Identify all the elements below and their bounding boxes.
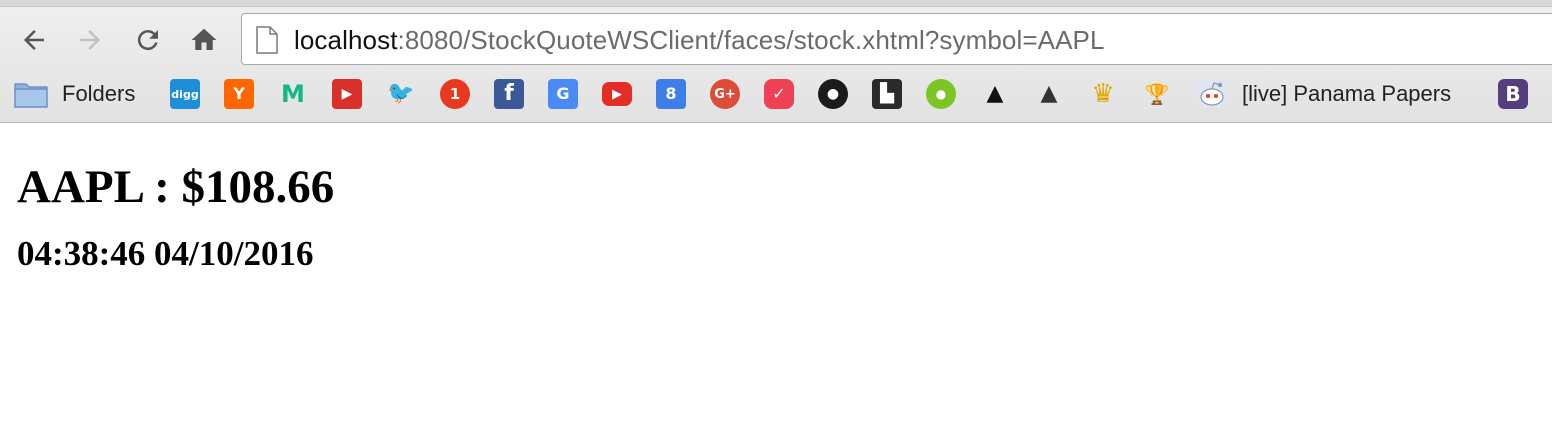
medium-icon: M — [281, 80, 305, 108]
reload-icon — [137, 30, 158, 51]
bootstrap-icon: B — [1498, 79, 1528, 109]
google-translate-icon: G — [548, 79, 578, 109]
bookmark-label: [live] Panama Papers — [1242, 81, 1452, 106]
bookmark-label: Folders — [62, 81, 136, 106]
bookmark-facebook[interactable]: f — [494, 78, 524, 110]
address-bar[interactable]: localhost:8080/StockQuoteWSClient/faces/… — [241, 13, 1552, 65]
bookmark-google-plus[interactable]: G+ — [710, 78, 740, 110]
url-path: :8080/StockQuoteWSClient/faces/stock.xht… — [397, 25, 1105, 55]
youtube-icon: ▶ — [602, 82, 632, 106]
bookmarks-bar: Folders digg Y M ▶ 🐦 1 f G ▶ 8 G+ ✓ ● ▙ … — [0, 72, 1552, 116]
bookmark-folders[interactable]: Folders — [14, 78, 135, 110]
bookmark-pocket[interactable]: ✓ — [764, 78, 794, 110]
bookmark-instapaper[interactable]: ▙ — [872, 78, 902, 110]
browser-toolbar: localhost:8080/StockQuoteWSClient/faces/… — [0, 0, 1552, 123]
folder-icon — [14, 83, 48, 108]
bookmark-crown[interactable]: ♛ — [1088, 78, 1118, 110]
forward-arrow-icon — [80, 30, 100, 50]
bookmark-calendar[interactable]: 8 — [656, 78, 686, 110]
url-host: localhost — [294, 25, 398, 55]
tab-strip — [0, 0, 1552, 7]
bookmark-medium[interactable]: M — [278, 78, 308, 110]
reload-button[interactable] — [128, 20, 168, 60]
bookmark-penguin-mailbox[interactable]: ▲ — [1034, 78, 1064, 110]
bookmark-hacker-news[interactable]: Y — [224, 78, 254, 110]
home-icon — [191, 28, 217, 50]
twitter-icon: 🐦 — [387, 81, 415, 106]
bookmark-cards[interactable]: ▶ — [332, 78, 362, 110]
calendar-icon: 8 — [656, 79, 686, 109]
reddit-alien-icon — [1197, 80, 1227, 108]
bookmark-twitter[interactable]: 🐦 — [386, 78, 416, 110]
bookmark-trophy[interactable]: 🏆 — [1142, 78, 1172, 110]
pocket-icon: ✓ — [764, 79, 794, 109]
forward-button[interactable] — [70, 20, 110, 60]
url-text[interactable]: localhost:8080/StockQuoteWSClient/faces/… — [294, 25, 1105, 56]
facebook-icon: f — [494, 79, 524, 109]
bookmark-digg[interactable]: digg — [170, 78, 200, 110]
bookmark-panama-papers[interactable]: [live] Panama Papers — [1196, 78, 1451, 110]
reddit-icon: 1 — [440, 79, 470, 109]
google-plus-icon: G+ — [710, 79, 740, 109]
penguin-mailbox-icon: ▲ — [1040, 81, 1058, 106]
bookmark-github[interactable]: ● — [818, 78, 848, 110]
stock-quote-title: AAPL : $108.66 — [17, 161, 335, 213]
bookmark-youtube[interactable]: ▶ — [602, 78, 632, 110]
home-button[interactable] — [184, 20, 224, 60]
back-button[interactable] — [14, 20, 54, 60]
crown-icon: ♛ — [1091, 79, 1115, 109]
quote-timestamp: 04:38:46 04/10/2016 — [17, 234, 314, 273]
bookmark-reddit[interactable]: 1 — [440, 78, 470, 110]
page-icon — [256, 26, 278, 54]
bookmark-bootstrap[interactable]: B — [1498, 78, 1528, 110]
trophy-icon: 🏆 — [1144, 82, 1170, 106]
github-icon: ● — [818, 79, 848, 109]
instapaper-icon: ▙ — [872, 79, 902, 109]
cards-icon: ▶ — [332, 79, 362, 109]
bookmark-penguin[interactable]: ▲ — [980, 78, 1010, 110]
bookmark-duolingo[interactable]: ● — [926, 78, 956, 110]
hacker-news-icon: Y — [224, 79, 254, 109]
bookmark-google-translate[interactable]: G — [548, 78, 578, 110]
digg-icon: digg — [170, 79, 200, 109]
page-content: AAPL : $108.66 04:38:46 04/10/2016 — [17, 160, 334, 274]
back-arrow-icon — [24, 30, 44, 50]
penguin-icon: ▲ — [986, 81, 1004, 106]
duolingo-icon: ● — [926, 79, 956, 109]
